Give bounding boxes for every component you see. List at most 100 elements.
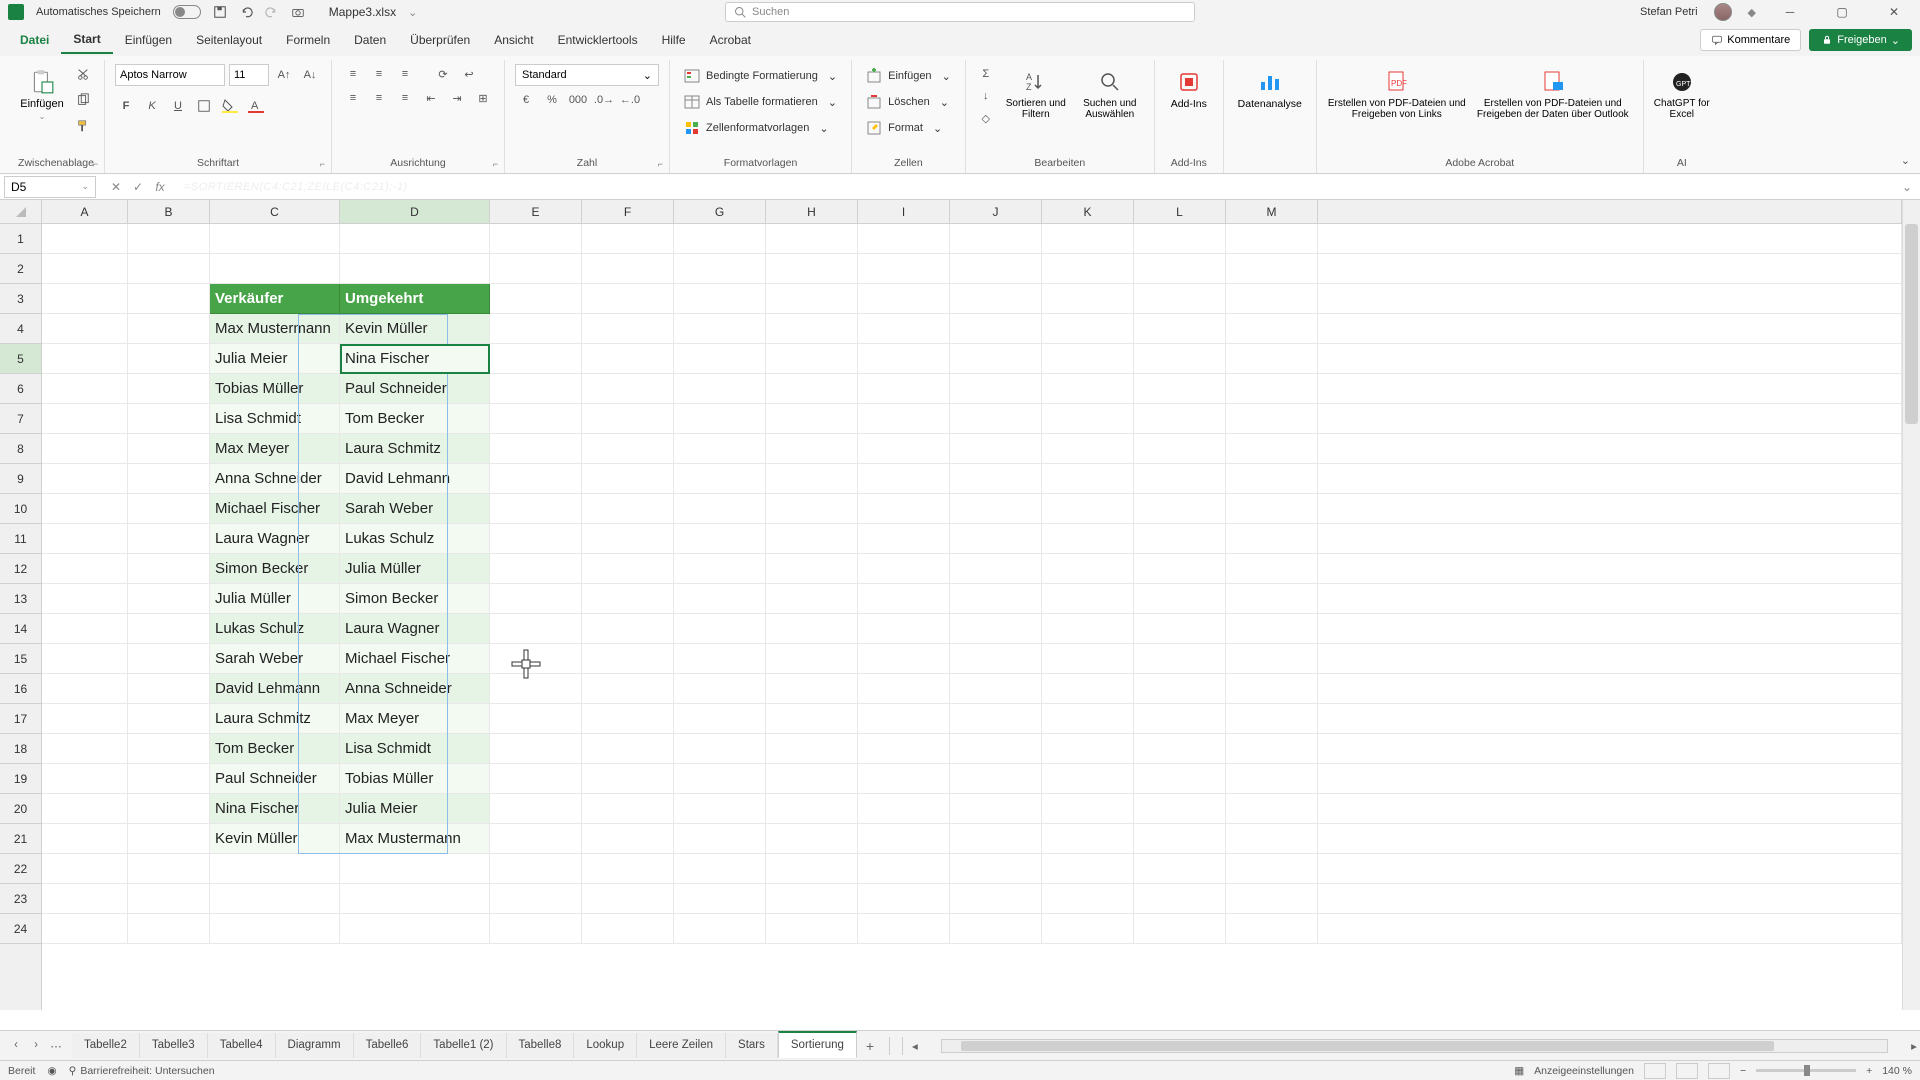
increase-decimal-icon[interactable]: .0→ — [593, 90, 615, 110]
cell-J12[interactable] — [950, 554, 1042, 584]
cell-J8[interactable] — [950, 434, 1042, 464]
cell-K10[interactable] — [1042, 494, 1134, 524]
cell-D23[interactable] — [340, 884, 490, 914]
cell-A2[interactable] — [42, 254, 128, 284]
cell-empty[interactable] — [1318, 374, 1902, 404]
cell-A22[interactable] — [42, 854, 128, 884]
cell-I24[interactable] — [858, 914, 950, 944]
cell-I11[interactable] — [858, 524, 950, 554]
cell-empty[interactable] — [1318, 524, 1902, 554]
chevron-down-icon[interactable]: ⌄ — [408, 6, 417, 19]
cell-H21[interactable] — [766, 824, 858, 854]
display-settings-icon[interactable]: ▦ — [1514, 1065, 1524, 1077]
cell-E18[interactable] — [490, 734, 582, 764]
formula-input[interactable]: =SORTIEREN(C4:C21;ZEILE(C4:C21);-1) — [176, 181, 1894, 193]
cell-A15[interactable] — [42, 644, 128, 674]
cell-empty[interactable] — [1318, 764, 1902, 794]
row-header[interactable]: 14 — [0, 614, 41, 644]
cell-C12[interactable]: Simon Becker — [210, 554, 340, 584]
cell-J22[interactable] — [950, 854, 1042, 884]
cell-G20[interactable] — [674, 794, 766, 824]
minimize-button[interactable]: ─ — [1772, 2, 1808, 22]
maximize-button[interactable]: ▢ — [1824, 2, 1860, 22]
cell-M6[interactable] — [1226, 374, 1318, 404]
cell-F13[interactable] — [582, 584, 674, 614]
document-name[interactable]: Mappe3.xlsx — [329, 5, 396, 19]
cell-M5[interactable] — [1226, 344, 1318, 374]
select-all-corner[interactable] — [0, 200, 42, 223]
cell-K4[interactable] — [1042, 314, 1134, 344]
cell-C4[interactable]: Max Mustermann — [210, 314, 340, 344]
cell-J18[interactable] — [950, 734, 1042, 764]
cell-D3[interactable]: Umgekehrt — [340, 284, 490, 314]
cell-B1[interactable] — [128, 224, 210, 254]
conditional-formatting-button[interactable]: Bedingte Formatierung⌄ — [680, 64, 841, 88]
cell-A23[interactable] — [42, 884, 128, 914]
cell-A11[interactable] — [42, 524, 128, 554]
cell-B10[interactable] — [128, 494, 210, 524]
cell-E23[interactable] — [490, 884, 582, 914]
col-header-F[interactable]: F — [582, 200, 674, 223]
row-header[interactable]: 3 — [0, 284, 41, 314]
row-header[interactable]: 6 — [0, 374, 41, 404]
undo-icon[interactable] — [239, 5, 253, 19]
sheet-tab[interactable]: Tabelle8 — [507, 1033, 575, 1058]
cell-K12[interactable] — [1042, 554, 1134, 584]
cell-C15[interactable]: Sarah Weber — [210, 644, 340, 674]
vertical-scrollbar[interactable] — [1902, 200, 1920, 1010]
accessibility-status[interactable]: Barrierefreiheit: Untersuchen — [80, 1065, 214, 1077]
cell-K3[interactable] — [1042, 284, 1134, 314]
cell-J1[interactable] — [950, 224, 1042, 254]
align-center-icon[interactable]: ≡ — [368, 88, 390, 108]
cell-K5[interactable] — [1042, 344, 1134, 374]
cell-H5[interactable] — [766, 344, 858, 374]
cell-K14[interactable] — [1042, 614, 1134, 644]
row-header[interactable]: 9 — [0, 464, 41, 494]
sheet-tab[interactable]: Tabelle3 — [140, 1033, 208, 1058]
cell-F4[interactable] — [582, 314, 674, 344]
chatgpt-button[interactable]: GPT ChatGPT for Excel — [1654, 64, 1710, 120]
cell-E4[interactable] — [490, 314, 582, 344]
cell-K7[interactable] — [1042, 404, 1134, 434]
cell-K16[interactable] — [1042, 674, 1134, 704]
cell-empty[interactable] — [1318, 254, 1902, 284]
cell-B11[interactable] — [128, 524, 210, 554]
cell-I4[interactable] — [858, 314, 950, 344]
orientation-icon[interactable]: ⟳ — [432, 64, 454, 84]
cell-empty[interactable] — [1318, 854, 1902, 884]
launcher-icon[interactable]: ⌐ — [658, 159, 663, 169]
camera-icon[interactable] — [291, 5, 305, 19]
cell-E14[interactable] — [490, 614, 582, 644]
cell-J21[interactable] — [950, 824, 1042, 854]
tab-review[interactable]: Überprüfen — [398, 27, 482, 53]
cell-E7[interactable] — [490, 404, 582, 434]
cell-J11[interactable] — [950, 524, 1042, 554]
cell-empty[interactable] — [1318, 314, 1902, 344]
cell-L16[interactable] — [1134, 674, 1226, 704]
cell-G6[interactable] — [674, 374, 766, 404]
cell-A5[interactable] — [42, 344, 128, 374]
row-header[interactable]: 19 — [0, 764, 41, 794]
ribbon-collapse-icon[interactable]: ⌄ — [1901, 154, 1910, 167]
cell-G11[interactable] — [674, 524, 766, 554]
cell-E15[interactable] — [490, 644, 582, 674]
macro-record-icon[interactable]: ◉ — [47, 1065, 56, 1077]
cell-A21[interactable] — [42, 824, 128, 854]
cell-K8[interactable] — [1042, 434, 1134, 464]
cell-C24[interactable] — [210, 914, 340, 944]
cell-I6[interactable] — [858, 374, 950, 404]
cell-J13[interactable] — [950, 584, 1042, 614]
cell-empty[interactable] — [1318, 434, 1902, 464]
cell-empty[interactable] — [1318, 794, 1902, 824]
col-header-I[interactable]: I — [858, 200, 950, 223]
cell-A6[interactable] — [42, 374, 128, 404]
col-header-rest[interactable] — [1318, 200, 1902, 223]
row-header[interactable]: 10 — [0, 494, 41, 524]
cell-H10[interactable] — [766, 494, 858, 524]
format-cells-button[interactable]: Format⌄ — [862, 116, 946, 140]
cut-icon[interactable] — [72, 64, 94, 84]
cell-I16[interactable] — [858, 674, 950, 704]
cell-J3[interactable] — [950, 284, 1042, 314]
cell-L1[interactable] — [1134, 224, 1226, 254]
cell-C14[interactable]: Lukas Schulz — [210, 614, 340, 644]
